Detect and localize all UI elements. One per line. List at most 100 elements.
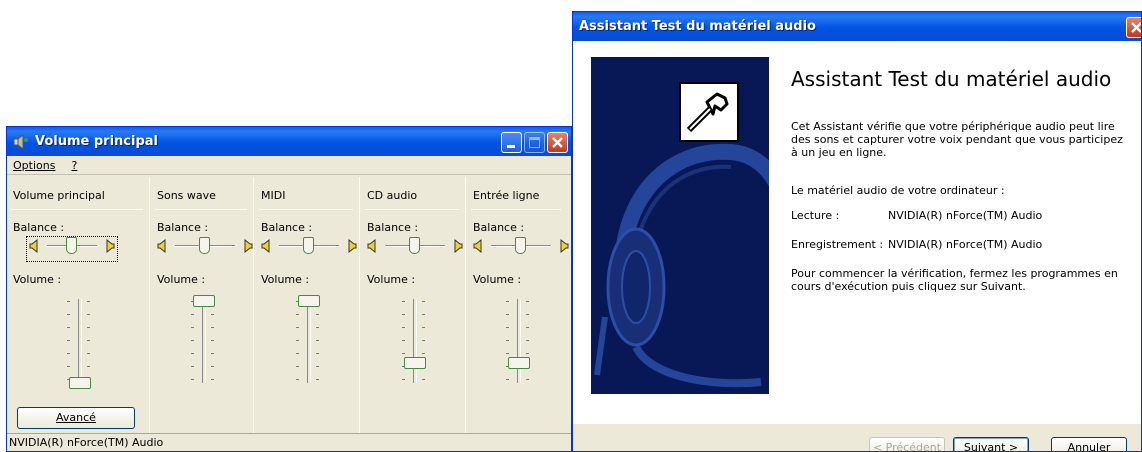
volume-tick bbox=[422, 314, 425, 315]
volume-tick bbox=[211, 366, 214, 367]
maximize-button[interactable] bbox=[524, 132, 545, 153]
wizard-title: Assistant Test du matériel audio bbox=[579, 19, 816, 34]
channel-strip: Sons waveBalance :Volume :Muet bbox=[153, 177, 255, 450]
channel-divider bbox=[11, 209, 143, 210]
balance-thumb[interactable] bbox=[303, 237, 314, 254]
wizard-close-button[interactable] bbox=[1126, 17, 1141, 38]
wizard-body: Assistant Test du matériel audio Cet Ass… bbox=[573, 41, 1141, 451]
menu-options[interactable]: Options bbox=[13, 159, 55, 172]
volume-tick bbox=[506, 327, 509, 328]
left-speaker-icon bbox=[367, 239, 376, 253]
volume-tick bbox=[402, 314, 405, 315]
volume-tick bbox=[506, 353, 509, 354]
volume-tick bbox=[211, 340, 214, 341]
volume-tick bbox=[402, 327, 405, 328]
advanced-button[interactable]: Avancé bbox=[17, 407, 135, 429]
mixer-menubar: Options ? bbox=[7, 157, 571, 175]
balance-slider[interactable] bbox=[155, 237, 255, 261]
volume-tick bbox=[191, 366, 194, 367]
wizard-instructions: Pour commencer la vérification, fermez l… bbox=[791, 267, 1118, 293]
volume-tick bbox=[211, 353, 214, 354]
volume-tick bbox=[211, 327, 214, 328]
volume-thumb[interactable] bbox=[508, 356, 530, 369]
minimize-button[interactable] bbox=[501, 132, 522, 153]
balance-label: Balance : bbox=[367, 221, 419, 234]
volume-label: Volume : bbox=[157, 273, 206, 286]
volume-tick bbox=[506, 340, 509, 341]
volume-tick bbox=[87, 353, 90, 354]
channel-name: Entrée ligne bbox=[473, 189, 540, 202]
volume-tick bbox=[67, 314, 70, 315]
balance-slider[interactable] bbox=[26, 236, 118, 262]
volume-tick bbox=[526, 314, 529, 315]
volume-tick bbox=[296, 340, 299, 341]
volume-track bbox=[517, 299, 521, 383]
balance-thumb[interactable] bbox=[409, 237, 420, 254]
channel-name: CD audio bbox=[367, 189, 418, 202]
menu-help[interactable]: ? bbox=[71, 159, 77, 172]
volume-tick bbox=[526, 353, 529, 354]
next-button[interactable]: Suivant > bbox=[953, 437, 1029, 451]
volume-track bbox=[202, 299, 206, 383]
volume-slider[interactable] bbox=[296, 293, 322, 389]
wizard-footer: < Précédent Suivant > Annuler bbox=[573, 424, 1141, 451]
channel-strip: CD audioBalance :Volume :Muet bbox=[363, 177, 467, 450]
volume-tick bbox=[526, 379, 529, 380]
volume-tick bbox=[87, 327, 90, 328]
volume-slider[interactable] bbox=[67, 293, 93, 389]
volume-slider[interactable] bbox=[506, 293, 532, 389]
balance-thumb[interactable] bbox=[66, 237, 77, 254]
volume-tick bbox=[402, 340, 405, 341]
volume-thumb[interactable] bbox=[193, 295, 215, 307]
right-speaker-icon bbox=[454, 239, 463, 253]
channel-separator bbox=[359, 177, 360, 437]
right-speaker-icon bbox=[106, 239, 115, 253]
playback-device: NVIDIA(R) nForce(TM) Audio bbox=[888, 209, 1043, 222]
volume-tick bbox=[422, 301, 425, 302]
volume-tick bbox=[67, 366, 70, 367]
volume-slider[interactable] bbox=[191, 293, 217, 389]
balance-thumb[interactable] bbox=[515, 237, 526, 254]
volume-label: Volume : bbox=[473, 273, 522, 286]
volume-tick bbox=[422, 327, 425, 328]
volume-thumb[interactable] bbox=[404, 356, 426, 369]
channel-strip: MIDIBalance :Volume :Muet bbox=[257, 177, 361, 450]
volume-tick bbox=[526, 301, 529, 302]
volume-tick bbox=[316, 366, 319, 367]
volume-tick bbox=[87, 301, 90, 302]
cancel-button[interactable]: Annuler bbox=[1051, 437, 1127, 451]
close-icon bbox=[1131, 22, 1141, 33]
back-button[interactable]: < Précédent bbox=[869, 437, 945, 451]
balance-thumb[interactable] bbox=[199, 237, 210, 254]
balance-slider[interactable] bbox=[259, 237, 359, 261]
channel-separator bbox=[149, 177, 150, 437]
volume-label: Volume : bbox=[261, 273, 310, 286]
channel-divider bbox=[155, 209, 247, 210]
volume-tick bbox=[191, 340, 194, 341]
volume-tick bbox=[67, 340, 70, 341]
volume-thumb[interactable] bbox=[298, 295, 320, 307]
volume-track bbox=[413, 299, 417, 383]
wizard-titlebar[interactable]: Assistant Test du matériel audio bbox=[573, 12, 1141, 41]
volume-tick bbox=[296, 353, 299, 354]
close-button[interactable] bbox=[547, 132, 568, 153]
channel-name: Volume principal bbox=[13, 189, 105, 202]
volume-tick bbox=[296, 366, 299, 367]
volume-tick bbox=[191, 379, 194, 380]
volume-tick bbox=[191, 314, 194, 315]
left-speaker-icon bbox=[473, 239, 482, 253]
volume-tick bbox=[526, 327, 529, 328]
balance-slider[interactable] bbox=[471, 237, 571, 261]
volume-tick bbox=[87, 314, 90, 315]
volume-tick bbox=[191, 327, 194, 328]
wizard-intro: Cet Assistant vérifie que votre périphér… bbox=[791, 120, 1123, 159]
volume-thumb[interactable] bbox=[69, 377, 91, 389]
volume-slider[interactable] bbox=[402, 293, 428, 389]
volume-tick bbox=[67, 301, 70, 302]
volume-tick bbox=[422, 353, 425, 354]
mixer-titlebar[interactable]: Volume principal bbox=[7, 127, 571, 156]
balance-slider[interactable] bbox=[365, 237, 465, 261]
volume-tick bbox=[87, 366, 90, 367]
volume-tick bbox=[316, 379, 319, 380]
wizard-heading: Assistant Test du matériel audio bbox=[791, 67, 1112, 91]
